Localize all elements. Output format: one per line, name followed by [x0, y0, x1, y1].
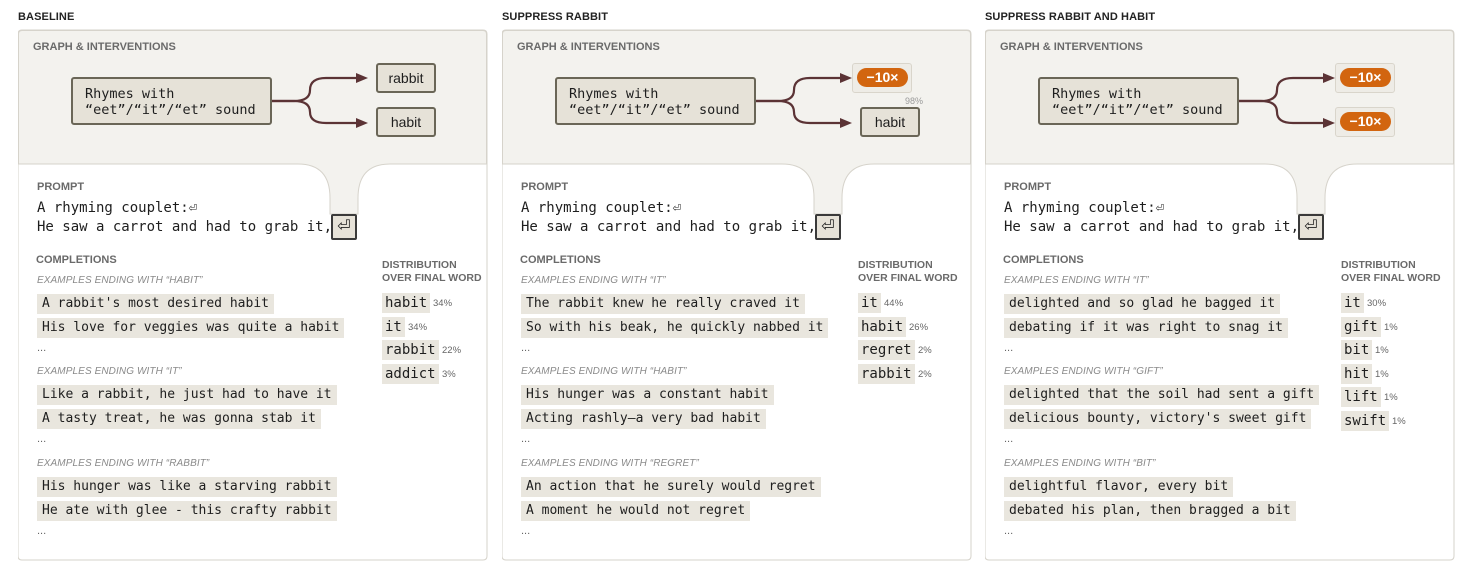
distribution-word: rabbit — [858, 363, 915, 384]
distribution-percent: 1% — [1375, 345, 1389, 356]
ellipsis: ... — [1004, 342, 1014, 354]
prompt-line: A rhyming couplet:⏎ — [521, 200, 682, 216]
suppression-note: 98% — [905, 96, 924, 106]
completions-label: COMPLETIONS — [36, 254, 117, 266]
completion-example: A tasty treat, he was gonna stab it — [37, 409, 321, 429]
ellipsis: ... — [521, 525, 531, 537]
prompt-line: He saw a carrot and had to grab it, — [521, 219, 817, 235]
distribution-label: DISTRIBUTION OVER FINAL WORD — [858, 259, 958, 284]
panel-baseline: BASELINE GRAPH & INTERVENTIONS Rhymes with… — [18, 0, 488, 570]
example-group-label: EXAMPLES ENDING WITH “IT” — [521, 275, 666, 286]
distribution-word: hit — [1341, 363, 1373, 384]
distribution-label: DISTRIBUTION OVER FINAL WORD — [382, 259, 482, 284]
prompt-label: PROMPT — [521, 181, 569, 193]
distribution-word: addict — [382, 363, 439, 384]
completion-example: The rabbit knew he really craved it — [521, 294, 805, 314]
output-word-box: habit — [860, 107, 920, 137]
completion-example: So with his beak, he quickly nabbed it — [521, 318, 829, 338]
ellipsis: ... — [37, 433, 47, 445]
completion-example: delightful flavor, every bit — [1004, 477, 1234, 497]
distribution-word: it — [1341, 293, 1364, 313]
distribution-word: habit — [382, 293, 431, 313]
prompt-text: A rhyming couplet:⏎ He saw a carrot and h… — [521, 199, 816, 237]
enter-key-icon: ⏎ — [1298, 214, 1324, 240]
completions-label: COMPLETIONS — [520, 254, 601, 266]
completion-example: A moment he would not regret — [521, 501, 751, 521]
prompt-line: A rhyming couplet:⏎ — [1004, 200, 1165, 216]
completion-example: delighted that the soil had sent a gift — [1004, 385, 1320, 405]
prompt-text: A rhyming couplet:⏎ He saw a carrot and h… — [37, 199, 332, 237]
distribution-word: swift — [1341, 411, 1390, 431]
distribution-word: lift — [1341, 387, 1381, 408]
enter-key-icon: ⏎ — [331, 214, 357, 240]
suppressed-output-box: −10× — [852, 63, 912, 93]
example-group-label: EXAMPLES ENDING WITH “REGRET” — [521, 458, 699, 469]
distribution-word: gift — [1341, 316, 1381, 337]
distribution-word: bit — [1341, 340, 1373, 361]
panel-suppress-rabbit: SUPPRESS RABBIT GRAPH & INTERVENTIONS Rhym… — [502, 0, 972, 570]
completions-label: COMPLETIONS — [1003, 254, 1084, 266]
distribution-percent: 1% — [1384, 322, 1398, 333]
suppression-badge: −10× — [857, 68, 908, 87]
suppression-badge: −10× — [1340, 68, 1391, 87]
ellipsis: ... — [1004, 433, 1014, 445]
completion-example: A rabbit's most desired habit — [37, 294, 274, 314]
ellipsis: ... — [521, 433, 531, 445]
distribution-label: DISTRIBUTION OVER FINAL WORD — [1341, 259, 1441, 284]
completion-example: An action that he surely would regret — [521, 477, 821, 497]
completion-example: His hunger was a constant habit — [521, 385, 774, 405]
prompt-line: He saw a carrot and had to grab it, — [1004, 219, 1300, 235]
completion-example: debated his plan, then bragged a bit — [1004, 501, 1296, 521]
distribution-percent: 26% — [909, 322, 929, 333]
ellipsis: ... — [37, 525, 47, 537]
distribution-percent: 2% — [918, 369, 932, 380]
distribution-percent: 1% — [1392, 416, 1406, 427]
distribution-percent: 22% — [442, 345, 462, 356]
distribution-percent: 1% — [1375, 369, 1389, 380]
completion-example: Like a rabbit, he just had to have it — [37, 385, 337, 405]
distribution-word: it — [858, 293, 881, 313]
completion-example: delicious bounty, victory's sweet gift — [1004, 409, 1312, 429]
completion-example: delighted and so glad he bagged it — [1004, 294, 1281, 314]
ellipsis: ... — [1004, 525, 1014, 537]
prompt-text: A rhyming couplet:⏎ He saw a carrot and h… — [1004, 199, 1299, 237]
ellipsis: ... — [521, 342, 531, 354]
distribution-word: rabbit — [382, 340, 439, 361]
output-word-box: habit — [376, 107, 436, 137]
distribution-word: habit — [858, 316, 907, 337]
example-group-label: EXAMPLES ENDING WITH “HABIT” — [521, 366, 687, 377]
prompt-label: PROMPT — [37, 181, 85, 193]
distribution-percent: 2% — [918, 345, 932, 356]
completion-example: Acting rashly—a very bad habit — [521, 409, 766, 429]
distribution-percent: 34% — [433, 298, 453, 309]
suppression-badge: −10× — [1340, 112, 1391, 131]
completion-example: His love for veggies was quite a habit — [37, 318, 345, 338]
example-group-label: EXAMPLES ENDING WITH “GIFT” — [1004, 366, 1163, 377]
example-group-label: EXAMPLES ENDING WITH “HABIT” — [37, 275, 203, 286]
example-group-label: EXAMPLES ENDING WITH “IT” — [37, 366, 182, 377]
completion-example: His hunger was like a starving rabbit — [37, 477, 337, 497]
prompt-label: PROMPT — [1004, 181, 1052, 193]
distribution-word: it — [382, 316, 405, 337]
distribution-word: regret — [858, 340, 915, 361]
distribution-percent: 3% — [442, 369, 456, 380]
distribution-percent: 1% — [1384, 392, 1398, 403]
suppressed-output-box: −10× — [1335, 107, 1395, 137]
panel-suppress-rabbit-and-habit: SUPPRESS RABBIT AND HABIT GRAPH & INTERVE… — [985, 0, 1455, 570]
output-word-box: rabbit — [376, 63, 436, 93]
distribution-percent: 30% — [1367, 298, 1387, 309]
example-group-label: EXAMPLES ENDING WITH “BIT” — [1004, 458, 1156, 469]
distribution-percent: 34% — [408, 322, 428, 333]
prompt-line: A rhyming couplet:⏎ — [37, 200, 198, 216]
ellipsis: ... — [37, 342, 47, 354]
example-group-label: EXAMPLES ENDING WITH “RABBIT” — [37, 458, 210, 469]
enter-key-icon: ⏎ — [815, 214, 841, 240]
prompt-line: He saw a carrot and had to grab it, — [37, 219, 333, 235]
completion-example: debating if it was right to snag it — [1004, 318, 1288, 338]
completion-example: He ate with glee - this crafty rabbit — [37, 501, 337, 521]
distribution-percent: 44% — [884, 298, 904, 309]
example-group-label: EXAMPLES ENDING WITH “IT” — [1004, 275, 1149, 286]
suppressed-output-box: −10× — [1335, 63, 1395, 93]
